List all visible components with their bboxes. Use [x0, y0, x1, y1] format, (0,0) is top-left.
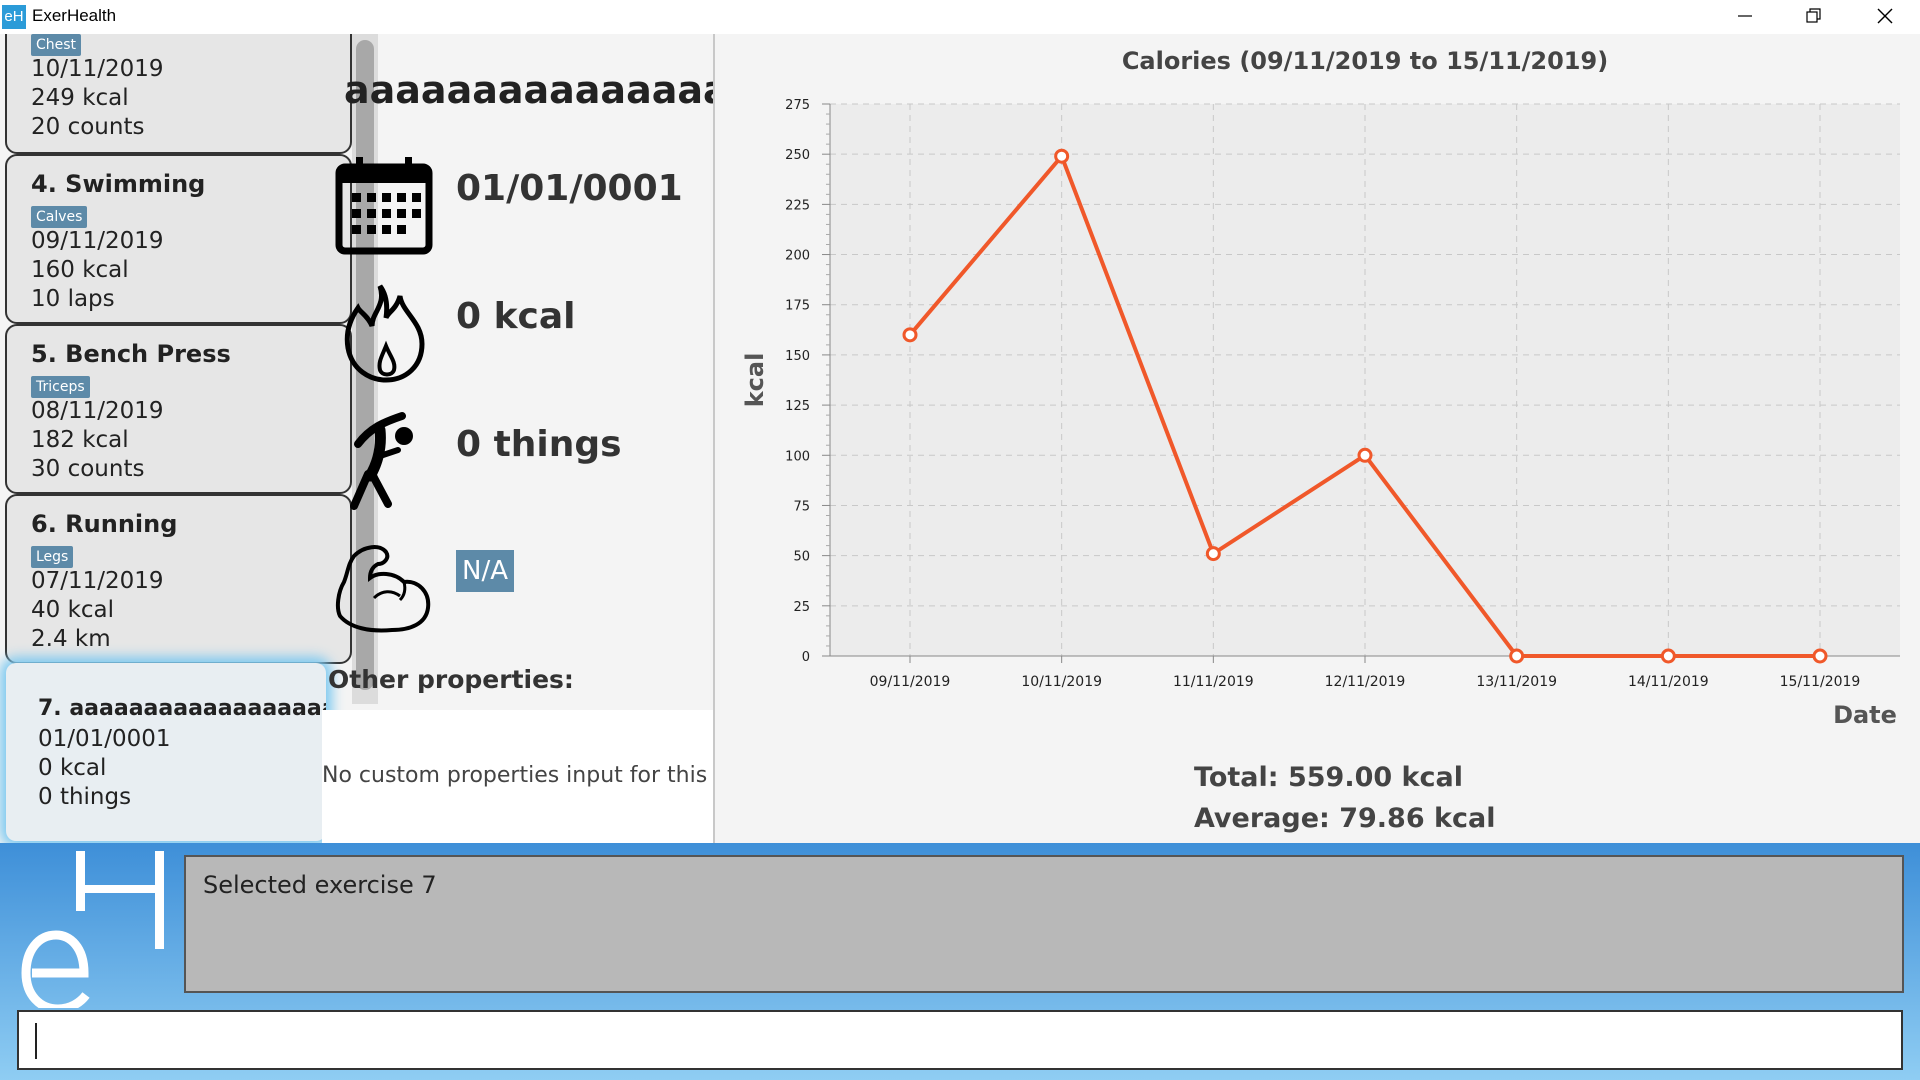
detail-date: 01/01/0001 [456, 168, 683, 209]
y-tick-label: 25 [793, 600, 810, 615]
detail-name: aaaaaaaaaaaaaaaaa [344, 68, 714, 112]
result-text: Selected exercise 7 [203, 871, 437, 899]
data-point [902, 327, 918, 343]
exercise-calories: 40 kcal [31, 597, 115, 623]
x-tick-label: 13/11/2019 [1476, 674, 1557, 690]
exercise-quantity: 30 counts [31, 456, 145, 482]
muscle-tag: Triceps [31, 376, 90, 398]
result-display [184, 855, 1904, 993]
exercise-quantity: 2.4 km [31, 626, 111, 652]
data-point [1054, 148, 1070, 164]
muscle-tag: Legs [31, 546, 74, 568]
exercise-date: 07/11/2019 [31, 568, 164, 594]
y-tick-label: 175 [785, 299, 810, 314]
detail-calories: 0 kcal [456, 296, 576, 337]
data-point [1357, 447, 1373, 463]
list-item[interactable]: 4. Swimming Calves 09/11/2019 160 kcal 1… [5, 154, 352, 324]
window-title: ExerHealth [32, 6, 117, 25]
x-tick-label: 12/11/2019 [1325, 674, 1406, 690]
list-item[interactable]: 5. Bench Press Triceps 08/11/2019 182 kc… [5, 324, 352, 494]
title-bar [0, 0, 1920, 34]
exercise-title: 4. Swimming [31, 170, 206, 198]
exercise-quantity: 0 things [38, 784, 132, 810]
average-calories: Average: 79.86 kcal [1194, 803, 1496, 834]
minimize-icon[interactable] [1710, 0, 1780, 34]
exercise-date: 08/11/2019 [31, 398, 164, 424]
detail-quantity: 0 things [456, 424, 622, 465]
y-tick-label: 200 [785, 249, 810, 264]
restore-icon[interactable] [1778, 0, 1848, 34]
y-tick-label: 100 [785, 449, 810, 464]
data-point [1509, 648, 1525, 664]
calendar-icon [335, 157, 433, 255]
selected-list-item[interactable]: 7. aaaaaaaaaaaaaaaaaa... 01/01/0001 0 kc… [6, 663, 326, 841]
data-point [1205, 546, 1221, 562]
exercise-calories: 182 kcal [31, 427, 129, 453]
calories-chart: Calories (09/11/2019 to 15/11/2019) 0 25 5… [741, 47, 1900, 729]
x-tick-label: 15/11/2019 [1780, 674, 1861, 690]
x-tick-label: 14/11/2019 [1628, 674, 1709, 690]
exercise-calories: 249 kcal [31, 85, 129, 111]
x-tick-label: 10/11/2019 [1021, 674, 1102, 690]
y-axis-label: kcal [741, 353, 769, 408]
y-tick-label: 75 [793, 499, 810, 514]
y-tick-label: 125 [785, 399, 810, 414]
y-tick-label: 275 [785, 98, 810, 113]
chart-title: Calories (09/11/2019 to 15/11/2019) [1122, 47, 1608, 75]
exercise-calories: 0 kcal [38, 755, 107, 781]
muscle-tag: Calves [31, 206, 88, 228]
exercise-quantity: 20 counts [31, 114, 145, 140]
y-tick-label: 150 [785, 349, 810, 364]
y-tick-label: 250 [785, 148, 810, 163]
y-axis-ticks: 0 25 50 75 100 125 150 175 200 225 250 275 [785, 98, 830, 665]
total-calories: Total: 559.00 kcal [1194, 762, 1463, 793]
data-point [1812, 648, 1828, 664]
x-axis-ticks: 09/11/2019 10/11/2019 11/11/2019 12/11/2019… [870, 656, 1861, 690]
bicep-icon [335, 545, 431, 633]
exercise-quantity: 10 laps [31, 286, 115, 312]
y-tick-label: 225 [785, 198, 810, 213]
x-tick-label: 11/11/2019 [1173, 674, 1254, 690]
exercise-title: 5. Bench Press [31, 340, 231, 368]
other-properties-text: No custom properties input for this e [322, 763, 714, 788]
y-tick-label: 50 [793, 550, 810, 565]
exercise-date: 01/01/0001 [38, 726, 171, 752]
exercise-title: 7. aaaaaaaaaaaaaaaaaa... [38, 696, 326, 721]
muscle-tag: N/A [456, 550, 514, 592]
x-axis-label: Date [1833, 701, 1897, 729]
list-item[interactable]: Chest 10/11/2019 249 kcal 20 counts [5, 34, 352, 154]
data-point [1660, 648, 1676, 664]
close-icon[interactable] [1850, 0, 1920, 34]
exercise-calories: 160 kcal [31, 257, 129, 283]
exercise-date: 10/11/2019 [31, 56, 164, 82]
app-icon: eH [2, 5, 26, 29]
other-properties-label: Other properties: [328, 665, 574, 694]
command-input[interactable] [17, 1010, 1903, 1070]
stretch-icon [350, 412, 413, 510]
exerhealth-logo [21, 851, 164, 1008]
y-tick-label: 0 [802, 650, 810, 665]
x-tick-label: 09/11/2019 [870, 674, 951, 690]
exercise-date: 09/11/2019 [31, 228, 164, 254]
list-item[interactable]: 6. Running Legs 07/11/2019 40 kcal 2.4 k… [5, 494, 352, 664]
muscle-tag: Chest [31, 34, 82, 56]
exercise-title: 6. Running [31, 510, 178, 538]
flame-icon [344, 284, 425, 383]
text-cursor [35, 1023, 37, 1059]
